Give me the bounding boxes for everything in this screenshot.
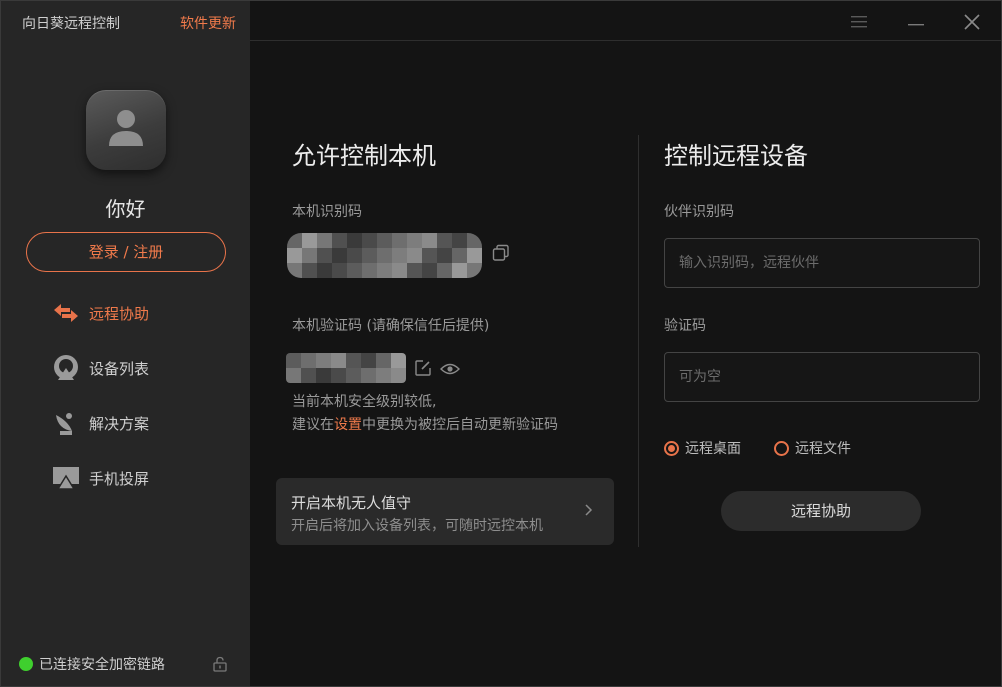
screen-cast-icon xyxy=(51,463,81,493)
login-register-button[interactable]: 登录 / 注册 xyxy=(26,232,226,272)
radio-remote-file[interactable]: 远程文件 xyxy=(774,438,851,458)
security-warning-line1: 当前本机安全级别较低, xyxy=(292,394,437,410)
warning-suffix: 中更换为被控后自动更新验证码 xyxy=(362,417,558,433)
remote-assist-button[interactable]: 远程协助 xyxy=(721,491,921,531)
device-id-label: 本机识别码 xyxy=(292,204,362,220)
device-id-value-redacted[interactable] xyxy=(287,233,482,278)
connection-status: 已连接安全加密链路 xyxy=(19,654,165,674)
user-icon xyxy=(109,110,143,146)
lock-icon[interactable] xyxy=(212,656,228,676)
menu-button[interactable] xyxy=(848,11,870,33)
greeting-text: 你好 xyxy=(105,197,146,221)
radio-indicator xyxy=(774,440,789,456)
sidebar-item-label: 远程协助 xyxy=(89,304,150,323)
remote-code-input[interactable] xyxy=(664,352,980,402)
sidebar-item-label: 设备列表 xyxy=(89,359,150,378)
sidebar-item-remote-assist[interactable]: 远程协助 xyxy=(51,298,149,328)
control-remote-title: 控制远程设备 xyxy=(664,142,808,170)
warning-prefix: 建议在 xyxy=(292,417,334,433)
status-indicator-dot xyxy=(19,657,33,671)
sidebar-item-label: 手机投屏 xyxy=(89,469,150,488)
remote-code-label: 验证码 xyxy=(664,318,706,334)
chevron-right-icon xyxy=(584,502,594,522)
partner-id-input[interactable] xyxy=(664,238,980,288)
allow-control-title: 允许控制本机 xyxy=(292,142,436,170)
solution-icon xyxy=(51,408,81,438)
title-bar xyxy=(250,1,1001,41)
edit-icon[interactable] xyxy=(414,359,432,381)
device-list-icon xyxy=(51,353,81,383)
radio-label: 远程文件 xyxy=(795,441,851,457)
eye-icon[interactable] xyxy=(440,361,460,380)
close-icon xyxy=(964,14,980,30)
app-title: 向日葵远程控制 xyxy=(22,16,120,32)
security-warning: 当前本机安全级别较低, 建议在设置中更换为被控后自动更新验证码 xyxy=(292,391,558,437)
sidebar-item-screen-cast[interactable]: 手机投屏 xyxy=(51,463,149,493)
radio-label: 远程桌面 xyxy=(685,441,741,457)
verify-code-label: 本机验证码 (请确保信任后提供) xyxy=(292,318,490,334)
settings-link[interactable]: 设置 xyxy=(334,417,362,433)
status-text: 已连接安全加密链路 xyxy=(39,657,165,673)
minimize-icon xyxy=(908,24,924,26)
sidebar-item-solutions[interactable]: 解决方案 xyxy=(51,408,149,438)
menu-icon xyxy=(851,16,867,28)
avatar[interactable] xyxy=(86,90,166,170)
close-button[interactable] xyxy=(961,11,983,33)
unattended-title: 开启本机无人值守 xyxy=(291,494,412,512)
verify-code-value-redacted xyxy=(286,353,406,383)
panel-divider xyxy=(638,135,639,547)
partner-id-label: 伙伴识别码 xyxy=(664,204,734,220)
sidebar-item-device-list[interactable]: 设备列表 xyxy=(51,353,149,383)
remote-assist-icon xyxy=(51,298,81,328)
unattended-access-card[interactable]: 开启本机无人值守 开启后将加入设备列表，可随时远控本机 xyxy=(276,478,614,545)
radio-indicator-checked xyxy=(664,440,679,456)
sidebar-item-label: 解决方案 xyxy=(89,414,150,433)
security-warning-line2: 建议在设置中更换为被控后自动更新验证码 xyxy=(292,414,558,437)
radio-remote-desktop[interactable]: 远程桌面 xyxy=(664,438,741,458)
copy-icon[interactable] xyxy=(492,244,510,266)
minimize-button[interactable] xyxy=(905,11,927,33)
unattended-description: 开启后将加入设备列表，可随时远控本机 xyxy=(291,518,543,534)
sidebar: 向日葵远程控制 软件更新 你好 登录 / 注册 远程协助 设备列表 解决方案 手… xyxy=(1,1,250,686)
software-update-link[interactable]: 软件更新 xyxy=(180,13,236,33)
